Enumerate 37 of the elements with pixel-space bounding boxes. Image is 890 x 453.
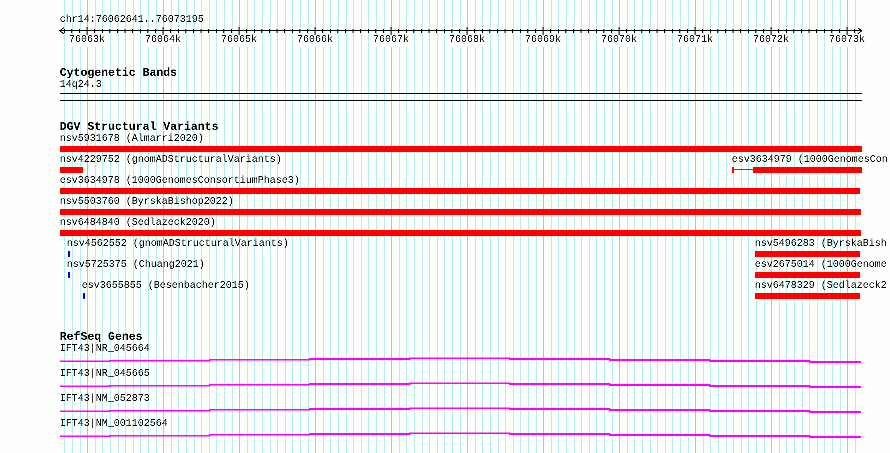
ruler-tick-label: 76063k (69, 35, 106, 47)
track-title: RefSeq Genes (60, 332, 143, 344)
gene-label: IFT43|NM_052873 (60, 394, 150, 406)
track-title: DGV Structural Variants (60, 122, 219, 134)
variant-label: esv2675014 (1000Genome (755, 260, 888, 272)
variant-label: nsv5931678 (Almarri2020) (60, 134, 204, 146)
ruler-tick-label: 76068k (449, 35, 486, 47)
track-title: Cytogenetic Bands (60, 68, 178, 80)
variant-label: esv3634978 (1000GenomesConsortiumPhase3) (60, 176, 300, 188)
variant-label: esv3655855 (Besenbacher2015) (82, 281, 250, 293)
variant-bar[interactable] (732, 166, 862, 174)
gene-model[interactable] (60, 382, 861, 388)
gene-label: IFT43|NR_045665 (60, 369, 150, 381)
location-label: chr14:76062641..76073195 (60, 15, 204, 27)
variant-label: nsv6478329 (Sedlazeck2 (755, 281, 888, 293)
variant-label: esv3634979 (1000GenomesCon (732, 155, 888, 167)
ruler-tick-label: 76069k (525, 35, 562, 47)
ruler-tick-label: 76066k (297, 35, 334, 47)
gene-model[interactable] (60, 432, 861, 438)
variant-label: nsv5496283 (ByrskaBish (755, 239, 888, 251)
ruler-tick-label: 76071k (677, 35, 714, 47)
variant-label: nsv6484840 (Sedlazeck2020) (60, 218, 216, 230)
variant-label: nsv5725375 (Chuang2021) (67, 260, 206, 272)
gene-label: IFT43|NM_001102564 (60, 419, 168, 431)
ruler-tick-label: 76067k (373, 35, 410, 47)
ruler-tick-label: 76065k (221, 35, 258, 47)
gene-model[interactable] (60, 408, 861, 414)
variant-label: nsv4562552 (gnomADStructuralVariants) (67, 239, 290, 251)
ruler-tick-label: 76064k (145, 35, 182, 47)
variant-label: nsv4229752 (gnomADStructuralVariants) (60, 155, 282, 167)
gene-model[interactable] (60, 358, 861, 364)
gene-label: IFT43|NR_045664 (60, 344, 150, 356)
ruler-tick-label: 76073k (829, 35, 866, 47)
variant-label: nsv5503760 (ByrskaBishop2022) (60, 197, 234, 209)
band-label: 14q24.3 (60, 80, 102, 92)
ruler-tick-label: 76072k (753, 35, 790, 47)
ruler-tick-label: 76070k (601, 35, 638, 47)
